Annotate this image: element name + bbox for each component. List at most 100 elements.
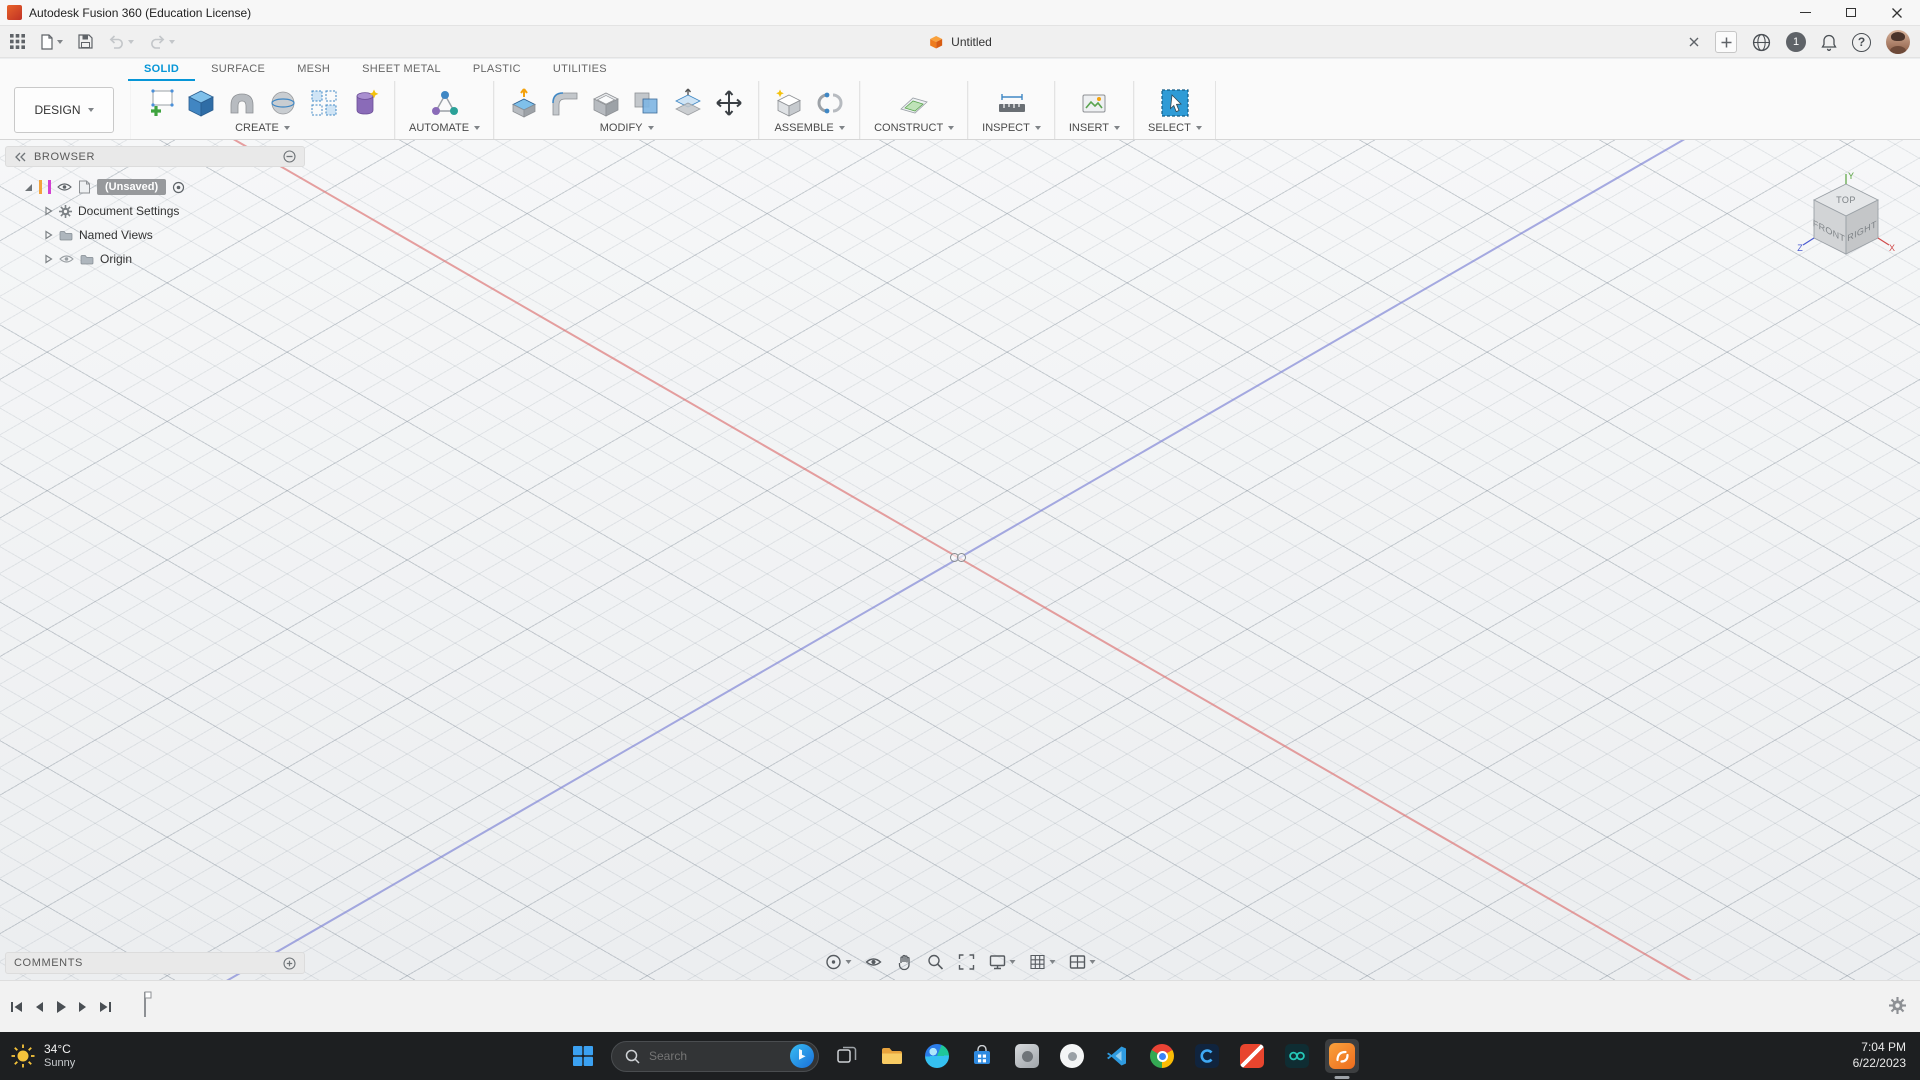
comments-panel[interactable]: COMMENTS [5, 952, 305, 974]
search-input[interactable] [649, 1049, 767, 1063]
timeline-play-button[interactable] [55, 1000, 67, 1014]
automate-icon[interactable] [429, 87, 461, 119]
move-icon[interactable] [713, 87, 745, 119]
close-tab-button[interactable] [1688, 36, 1700, 48]
timeline-position-marker[interactable] [138, 989, 154, 1024]
maximize-button[interactable] [1828, 0, 1874, 26]
grid-snap-button[interactable] [1029, 953, 1056, 971]
pinned-app-button-4[interactable] [1235, 1039, 1269, 1073]
look-at-button[interactable] [865, 953, 883, 971]
inspect-menu-button[interactable]: INSPECT [982, 122, 1041, 137]
select-icon[interactable] [1159, 87, 1191, 119]
tab-surface[interactable]: SURFACE [195, 60, 281, 81]
pattern-icon[interactable] [308, 87, 340, 119]
pan-button[interactable] [896, 953, 914, 971]
timeline-go-to-end-button[interactable] [99, 1001, 112, 1013]
origin-marker[interactable] [950, 553, 966, 562]
orbit-button[interactable] [825, 953, 852, 971]
file-explorer-button[interactable] [875, 1039, 909, 1073]
fusion360-taskbar-button[interactable] [1325, 1039, 1359, 1073]
insert-menu-button[interactable]: INSERT [1069, 122, 1120, 137]
vscode-button[interactable] [1100, 1039, 1134, 1073]
file-menu-button[interactable] [40, 34, 63, 50]
automate-menu-button[interactable]: AUTOMATE [409, 122, 480, 137]
tab-utilities[interactable]: UTILITIES [537, 60, 623, 81]
notifications-button[interactable] [1821, 33, 1837, 51]
timeline-settings-button[interactable] [1889, 997, 1906, 1019]
chrome-button[interactable] [1145, 1039, 1179, 1073]
document-tab[interactable]: Untitled [910, 26, 1010, 58]
taskbar-search-box[interactable] [611, 1041, 819, 1072]
measure-icon[interactable] [996, 87, 1028, 119]
minimize-button[interactable] [1782, 0, 1828, 26]
app-grid-button[interactable] [10, 34, 25, 49]
display-settings-button[interactable] [989, 953, 1016, 971]
save-button[interactable] [78, 34, 93, 49]
redo-button[interactable] [149, 35, 175, 49]
view-cube[interactable]: TOP FRONT RIGHT Y X Z [1794, 170, 1898, 274]
create-menu-button[interactable]: CREATE [235, 122, 290, 137]
collapsed-arrow-icon[interactable] [43, 230, 53, 240]
select-menu-button[interactable]: SELECT [1148, 122, 1202, 137]
expand-comments-icon[interactable] [283, 957, 296, 970]
viewcube-top-label[interactable]: TOP [1836, 195, 1856, 205]
job-status-button[interactable]: 1 [1786, 32, 1806, 52]
timeline-go-to-start-button[interactable] [10, 1001, 23, 1013]
timeline-step-back-button[interactable] [34, 1001, 44, 1013]
create-form-icon[interactable] [226, 87, 258, 119]
visibility-eye-icon[interactable] [57, 182, 72, 192]
expanded-arrow-icon[interactable] [23, 182, 33, 192]
generative-design-icon[interactable] [349, 87, 381, 119]
fillet-icon[interactable] [549, 87, 581, 119]
combine-icon[interactable] [631, 87, 663, 119]
fit-button[interactable] [958, 953, 976, 971]
box-icon[interactable] [185, 87, 217, 119]
tab-mesh[interactable]: MESH [281, 60, 346, 81]
tree-row-named-views[interactable]: Named Views [5, 223, 305, 247]
zoom-button[interactable] [927, 953, 945, 971]
tab-sheet-metal[interactable]: SHEET METAL [346, 60, 457, 81]
undo-button[interactable] [108, 35, 134, 49]
pinned-app-button-1[interactable] [1010, 1039, 1044, 1073]
timeline-step-forward-button[interactable] [78, 1001, 88, 1013]
tab-solid[interactable]: SOLID [128, 60, 195, 81]
help-button[interactable]: ? [1852, 33, 1871, 52]
shell-icon[interactable] [590, 87, 622, 119]
tab-plastic[interactable]: PLASTIC [457, 60, 537, 81]
collapsed-arrow-icon[interactable] [43, 206, 53, 216]
minimize-panel-icon[interactable] [283, 150, 296, 163]
edge-button[interactable] [920, 1039, 954, 1073]
weather-widget[interactable]: 34°C Sunny [10, 1032, 75, 1080]
viewports-button[interactable] [1069, 953, 1096, 971]
modify-menu-button[interactable]: MODIFY [600, 122, 654, 137]
extensions-button[interactable] [1752, 33, 1771, 52]
offset-face-icon[interactable] [672, 87, 704, 119]
construct-menu-button[interactable]: CONSTRUCT [874, 122, 954, 137]
construction-plane-icon[interactable] [898, 87, 930, 119]
microsoft-store-button[interactable] [965, 1039, 999, 1073]
joint-icon[interactable] [814, 87, 846, 119]
tree-row-origin[interactable]: Origin [5, 247, 305, 271]
collapsed-arrow-icon[interactable] [43, 254, 53, 264]
revolve-sphere-icon[interactable] [267, 87, 299, 119]
new-component-icon[interactable] [773, 87, 805, 119]
close-button[interactable] [1874, 0, 1920, 26]
document-name[interactable]: (Unsaved) [97, 179, 166, 195]
task-view-button[interactable] [830, 1039, 864, 1073]
press-pull-icon[interactable] [508, 87, 540, 119]
create-sketch-icon[interactable] [144, 87, 176, 119]
user-avatar[interactable] [1886, 30, 1910, 54]
activate-target-icon[interactable] [172, 181, 185, 194]
tree-row-document-settings[interactable]: Document Settings [5, 199, 305, 223]
bing-icon[interactable] [790, 1044, 814, 1068]
insert-canvas-icon[interactable] [1078, 87, 1110, 119]
assemble-menu-button[interactable]: ASSEMBLE [774, 122, 844, 137]
workspace-selector[interactable]: DESIGN [14, 87, 114, 133]
tree-row-document[interactable]: (Unsaved) [5, 175, 305, 199]
new-tab-button[interactable] [1715, 31, 1737, 53]
pinned-app-button-3[interactable] [1190, 1039, 1224, 1073]
taskbar-clock[interactable]: 7:04 PM 6/22/2023 [1853, 1032, 1906, 1080]
pinned-app-button-5[interactable] [1280, 1039, 1314, 1073]
viewport-canvas[interactable]: TOP FRONT RIGHT Y X Z BROWSER (Unsaved) [0, 140, 1920, 980]
pinned-app-button-2[interactable] [1055, 1039, 1089, 1073]
